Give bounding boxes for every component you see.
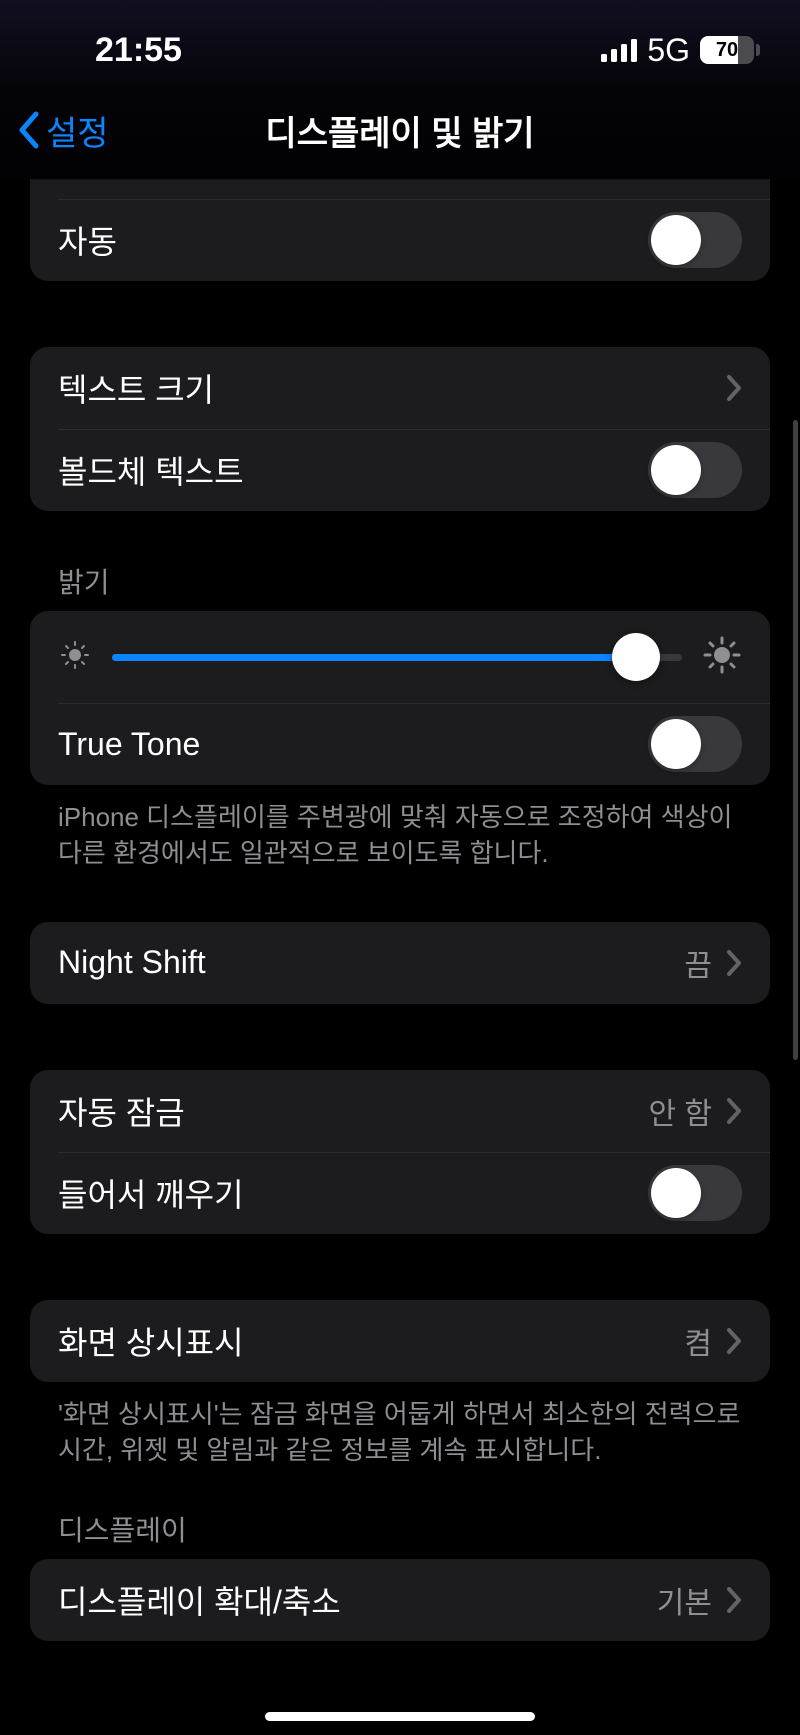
value-auto-lock: 안 함 [648, 1089, 712, 1133]
row-text-size[interactable]: 텍스트 크기 [30, 347, 770, 429]
label-display-zoom: 디스플레이 확대/축소 [58, 1577, 341, 1623]
toggle-auto[interactable] [648, 212, 742, 268]
group-brightness: True Tone [30, 611, 770, 785]
brightness-slider[interactable] [112, 633, 682, 681]
group-appearance: 자동 [30, 179, 770, 281]
slider-thumb[interactable] [612, 633, 660, 681]
status-bar: 21:55 5G 70 [0, 0, 800, 90]
row-auto[interactable]: 자동 [30, 199, 770, 281]
status-time: 21:55 [95, 31, 182, 70]
label-text-size: 텍스트 크기 [58, 365, 214, 411]
row-night-shift[interactable]: Night Shift 끔 [30, 922, 770, 1004]
row-auto-lock[interactable]: 자동 잠금 안 함 [30, 1070, 770, 1152]
group-night-shift: Night Shift 끔 [30, 922, 770, 1004]
value-display-zoom: 기본 [657, 1578, 712, 1622]
label-night-shift: Night Shift [58, 944, 206, 981]
label-raise-to-wake: 들어서 깨우기 [58, 1170, 244, 1216]
back-label: 설정 [46, 106, 109, 155]
group-text: 텍스트 크기 볼드체 텍스트 [30, 347, 770, 511]
label-always-on: 화면 상시표시 [58, 1318, 244, 1364]
chevron-left-icon [16, 110, 42, 150]
chevron-right-icon [726, 949, 742, 977]
chevron-right-icon [726, 1586, 742, 1614]
toggle-bold-text[interactable] [648, 442, 742, 498]
toggle-raise-to-wake[interactable] [648, 1165, 742, 1221]
row-bold-text[interactable]: 볼드체 텍스트 [30, 429, 770, 511]
status-right: 5G 70 [601, 32, 760, 69]
slider-fill [112, 654, 636, 661]
row-display-zoom[interactable]: 디스플레이 확대/축소 기본 [30, 1559, 770, 1641]
row-raise-to-wake[interactable]: 들어서 깨우기 [30, 1152, 770, 1234]
footer-always-on: '화면 상시표시'는 잠금 화면을 어둡게 하면서 최소한의 전력으로 시간, … [30, 1382, 770, 1469]
chevron-right-icon [726, 374, 742, 402]
cellular-signal-icon [601, 38, 637, 62]
group-display-zoom: 디스플레이 확대/축소 기본 [30, 1559, 770, 1641]
label-bold-text: 볼드체 텍스트 [58, 447, 244, 493]
row-brightness-slider [30, 611, 770, 703]
header-brightness: 밝기 [30, 561, 770, 611]
label-true-tone: True Tone [58, 726, 200, 763]
nav-bar: 설정 디스플레이 및 밝기 [0, 90, 800, 180]
brightness-high-icon [702, 635, 742, 680]
label-auto-lock: 자동 잠금 [58, 1088, 185, 1134]
row-true-tone[interactable]: True Tone [30, 703, 770, 785]
group-lock: 자동 잠금 안 함 들어서 깨우기 [30, 1070, 770, 1234]
scrollbar[interactable] [793, 420, 798, 1060]
chevron-right-icon [726, 1327, 742, 1355]
label-auto: 자동 [58, 217, 117, 263]
row-always-on[interactable]: 화면 상시표시 켬 [30, 1300, 770, 1382]
group-divider-top [30, 179, 770, 199]
battery-percent: 70 [700, 39, 754, 62]
value-always-on: 켬 [684, 1319, 712, 1363]
toggle-true-tone[interactable] [648, 716, 742, 772]
header-display: 디스플레이 [30, 1509, 770, 1559]
chevron-right-icon [726, 1097, 742, 1125]
battery-icon: 70 [700, 36, 760, 64]
group-always-on: 화면 상시표시 켬 [30, 1300, 770, 1382]
value-night-shift: 끔 [684, 941, 712, 985]
network-label: 5G [647, 32, 690, 69]
page-title: 디스플레이 및 밝기 [265, 106, 534, 155]
home-indicator[interactable] [265, 1712, 535, 1721]
footer-true-tone: iPhone 디스플레이를 주변광에 맞춰 자동으로 조정하여 색상이 다른 환… [30, 785, 770, 872]
back-button[interactable]: 설정 [16, 106, 109, 155]
brightness-low-icon [58, 638, 92, 677]
